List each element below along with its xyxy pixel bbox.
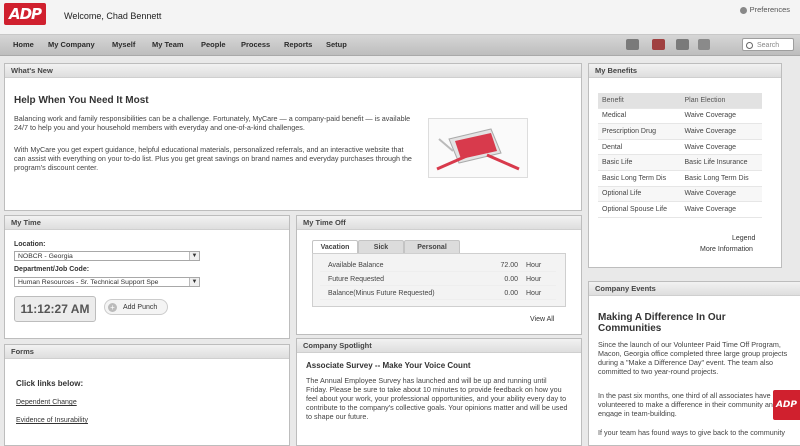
spotlight-header: Company Spotlight (297, 339, 581, 353)
plan-cell: Waive Coverage (680, 139, 762, 156)
events-para3: If your team has found ways to give back… (598, 428, 785, 437)
whats-new-header: What's New (5, 64, 581, 78)
department-value: Human Resources - Sr. Technical Support … (18, 279, 159, 286)
evidence-of-insurability-link[interactable]: Evidence of Insurability (16, 417, 88, 424)
table-row[interactable]: Optional Spouse Life Waive Coverage (598, 201, 762, 218)
location-label: Location: (14, 241, 46, 248)
forms-header: Forms (5, 345, 289, 359)
plan-cell: Basic Life Insurance (680, 154, 762, 171)
row-unit: Hour (526, 262, 542, 269)
my-benefits-header: My Benefits (589, 64, 781, 78)
my-time-header: My Time (5, 216, 289, 230)
forms-panel: Forms (4, 344, 290, 446)
chevron-down-icon: ▼ (189, 278, 199, 286)
benefit-cell: Optional Spouse Life (598, 201, 681, 218)
benefits-table: Benefit Plan Election Medical Waive Cover… (598, 93, 762, 218)
tab-sick[interactable]: Sick (358, 240, 404, 254)
add-punch-button[interactable]: + Add Punch (104, 299, 168, 315)
whats-new-para1: Balancing work and family responsibiliti… (14, 114, 411, 132)
gear-icon (739, 6, 747, 14)
events-para1: Since the launch of our Volunteer Paid T… (598, 340, 788, 376)
location-select[interactable]: NOBCR - Georgia ▼ (14, 251, 200, 261)
search-icon (746, 42, 753, 49)
plan-cell: Waive Coverage (680, 123, 762, 140)
nav-myself[interactable]: Myself (112, 40, 135, 49)
row-value: 72.00 (500, 262, 518, 269)
events-title: Making A Difference In Our Communities (598, 312, 726, 334)
forms-intro: Click links below: (16, 379, 84, 388)
people-icon[interactable] (676, 39, 689, 50)
nav-setup[interactable]: Setup (326, 40, 347, 49)
row-unit: Hour (526, 276, 542, 283)
row-value: 0.00 (504, 290, 518, 297)
table-row[interactable]: Medical Waive Coverage (598, 108, 762, 125)
plan-cell: Waive Coverage (680, 186, 762, 203)
row-value: 0.00 (504, 276, 518, 283)
table-row[interactable]: Basic Long Term Dis Basic Long Term Dis (598, 170, 762, 187)
table-row: Balance(Minus Future Requested) 0.00 Hou… (320, 288, 556, 300)
tab-personal[interactable]: Personal (404, 240, 460, 254)
column-header: Benefit (598, 93, 681, 109)
spotlight-title: Associate Survey -- Make Your Voice Coun… (306, 361, 471, 370)
adp-corner-logo: ADP (773, 390, 800, 420)
benefits-header-row: Benefit Plan Election (598, 93, 762, 109)
events-header: Company Events (589, 282, 800, 296)
table-row[interactable]: Optional Life Waive Coverage (598, 186, 762, 203)
nav-process[interactable]: Process (241, 40, 270, 49)
nav-my-company[interactable]: My Company (48, 40, 95, 49)
main-nav: Home My Company Myself My Team People Pr… (0, 34, 800, 56)
search-placeholder: Search (757, 42, 780, 49)
benefit-cell: Dental (598, 139, 681, 156)
chevron-down-icon: ▼ (189, 252, 199, 260)
plan-cell: Waive Coverage (680, 201, 762, 218)
whats-new-title: Help When You Need It Most (14, 95, 149, 106)
view-all-link[interactable]: View All (530, 316, 554, 323)
tab-vacation[interactable]: Vacation (312, 240, 358, 254)
time-clock: 11:12:27 AM (14, 296, 96, 322)
row-label: Balance(Minus Future Requested) (328, 290, 435, 297)
table-row[interactable]: Prescription Drug Waive Coverage (598, 123, 762, 140)
column-header: Plan Election (680, 93, 762, 109)
benefit-cell: Basic Long Term Dis (598, 170, 681, 187)
events-para2: In the past six months, one third of all… (598, 391, 777, 417)
inbox-icon[interactable] (626, 39, 639, 50)
mycare-illustration (428, 118, 528, 178)
plan-cell: Basic Long Term Dis (680, 170, 762, 187)
benefit-cell: Optional Life (598, 186, 681, 203)
more-information-link[interactable]: More Information (700, 246, 753, 253)
benefit-cell: Medical (598, 108, 681, 125)
row-label: Future Requested (328, 276, 385, 283)
row-label: Available Balance (328, 262, 384, 269)
calendar-icon[interactable] (652, 39, 665, 50)
benefit-cell: Prescription Drug (598, 123, 681, 140)
my-time-off-header: My Time Off (297, 216, 581, 230)
nav-my-team[interactable]: My Team (152, 40, 184, 49)
benefit-cell: Basic Life (598, 154, 681, 171)
legend-link[interactable]: Legend (732, 235, 755, 242)
plus-icon: + (108, 303, 117, 312)
row-unit: Hour (526, 290, 542, 297)
nav-home[interactable]: Home (13, 40, 34, 49)
preferences-label: Preferences (749, 5, 790, 14)
department-label: Department/Job Code: (14, 266, 90, 273)
table-row: Future Requested 0.00 Hour (320, 274, 556, 286)
search-input[interactable]: Search (742, 38, 794, 51)
tools-icon[interactable] (698, 39, 710, 50)
location-value: NOBCR - Georgia (18, 253, 73, 260)
table-row[interactable]: Basic Life Basic Life Insurance (598, 154, 762, 171)
welcome-text: Welcome, Chad Bennett (64, 11, 162, 21)
whats-new-para2: With MyCare you get expert guidance, hel… (14, 145, 412, 172)
plan-cell: Waive Coverage (680, 108, 762, 125)
top-bar: ADP Welcome, Chad Bennett Preferences (0, 0, 800, 34)
adp-logo[interactable]: ADP (4, 3, 46, 25)
dependent-change-link[interactable]: Dependent Change (16, 399, 77, 406)
nav-reports[interactable]: Reports (284, 40, 312, 49)
spotlight-body: The Annual Employee Survey has launched … (306, 376, 568, 421)
preferences-link[interactable]: Preferences (739, 5, 790, 14)
nav-people[interactable]: People (201, 40, 226, 49)
department-select[interactable]: Human Resources - Sr. Technical Support … (14, 277, 200, 287)
table-row[interactable]: Dental Waive Coverage (598, 139, 762, 156)
add-punch-label: Add Punch (123, 304, 158, 311)
table-row: Available Balance 72.00 Hour (320, 260, 556, 272)
